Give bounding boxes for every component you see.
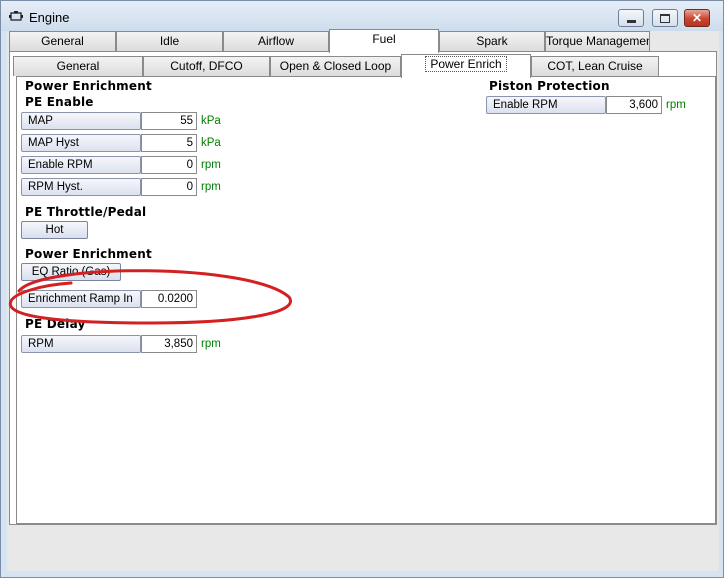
client-area: General Idle Airflow Fuel Spark Torque M… [7, 29, 719, 571]
piston-enable-rpm-label: Enable RPM [486, 96, 606, 114]
subtab-cutoff-dfco[interactable]: Cutoff, DFCO [143, 56, 270, 76]
map-hyst-value-field[interactable]: 5 [141, 134, 197, 152]
piston-enable-rpm-unit: rpm [666, 99, 686, 111]
tab-idle[interactable]: Idle [116, 31, 223, 51]
tab-general[interactable]: General [9, 31, 116, 51]
rpm-hyst-value-field[interactable]: 0 [141, 178, 197, 196]
minimize-icon [626, 19, 636, 23]
sub-tab-bar: General Cutoff, DFCO Open & Closed Loop … [13, 54, 713, 78]
piston-protection-title: Piston Protection [489, 79, 610, 93]
engine-window: Engine ✕ General Idle Airflow Fuel Spark… [0, 0, 724, 578]
pe-delay-rpm-value-field[interactable]: 3,850 [141, 335, 197, 353]
subtab-open-closed-loop[interactable]: Open & Closed Loop [270, 56, 401, 76]
enrichment-ramp-in-value-field[interactable]: 0.0200 [141, 290, 197, 308]
pe-delay-title: PE Delay [25, 317, 86, 331]
rpm-hyst-label: RPM Hyst. [21, 178, 141, 196]
close-button[interactable]: ✕ [684, 9, 710, 27]
subtab-cot-lean-cruise[interactable]: COT, Lean Cruise [531, 56, 659, 76]
tab-spark[interactable]: Spark [439, 31, 545, 51]
tab-fuel[interactable]: Fuel [329, 29, 439, 53]
window-title: Engine [29, 10, 70, 25]
power-enrichment-title: Power Enrichment [25, 247, 152, 261]
tab-airflow[interactable]: Airflow [223, 31, 329, 51]
pe-delay-rpm-label: RPM [21, 335, 141, 353]
enable-rpm-value-field[interactable]: 0 [141, 156, 197, 174]
enable-rpm-label: Enable RPM [21, 156, 141, 174]
section-title-power-enrichment: Power Enrichment [25, 79, 152, 93]
eq-ratio-gas-button[interactable]: EQ Ratio (Gas) [21, 263, 121, 281]
main-tab-bar: General Idle Airflow Fuel Spark Torque M… [7, 29, 719, 53]
close-icon: ✕ [691, 11, 703, 25]
engine-icon [9, 11, 23, 21]
pe-throttle-title: PE Throttle/Pedal [25, 205, 147, 219]
tab-torque-management[interactable]: Torque Management [545, 31, 650, 51]
map-unit: kPa [201, 115, 221, 127]
maximize-button[interactable] [652, 9, 678, 27]
pe-enable-title: PE Enable [25, 95, 94, 109]
subtab-general[interactable]: General [13, 56, 143, 76]
rpm-hyst-unit: rpm [201, 181, 221, 193]
map-value-field[interactable]: 55 [141, 112, 197, 130]
enrichment-ramp-in-label: Enrichment Ramp In [21, 290, 141, 308]
enable-rpm-unit: rpm [201, 159, 221, 171]
minimize-button[interactable] [618, 9, 644, 27]
piston-enable-rpm-value-field[interactable]: 3,600 [606, 96, 662, 114]
status-area [7, 527, 719, 571]
map-label: MAP [21, 112, 141, 130]
subtab-power-enrich[interactable]: Power Enrich [401, 54, 531, 78]
pe-delay-rpm-unit: rpm [201, 338, 221, 350]
power-enrich-panel: Power Enrichment PE Enable MAP 55 kPa MA… [16, 76, 716, 524]
map-hyst-unit: kPa [201, 137, 221, 149]
title-bar[interactable]: Engine ✕ [1, 1, 723, 31]
fuel-panel: General Cutoff, DFCO Open & Closed Loop … [9, 51, 717, 525]
map-hyst-label: MAP Hyst [21, 134, 141, 152]
maximize-icon [660, 13, 670, 23]
hot-button[interactable]: Hot [21, 221, 88, 239]
